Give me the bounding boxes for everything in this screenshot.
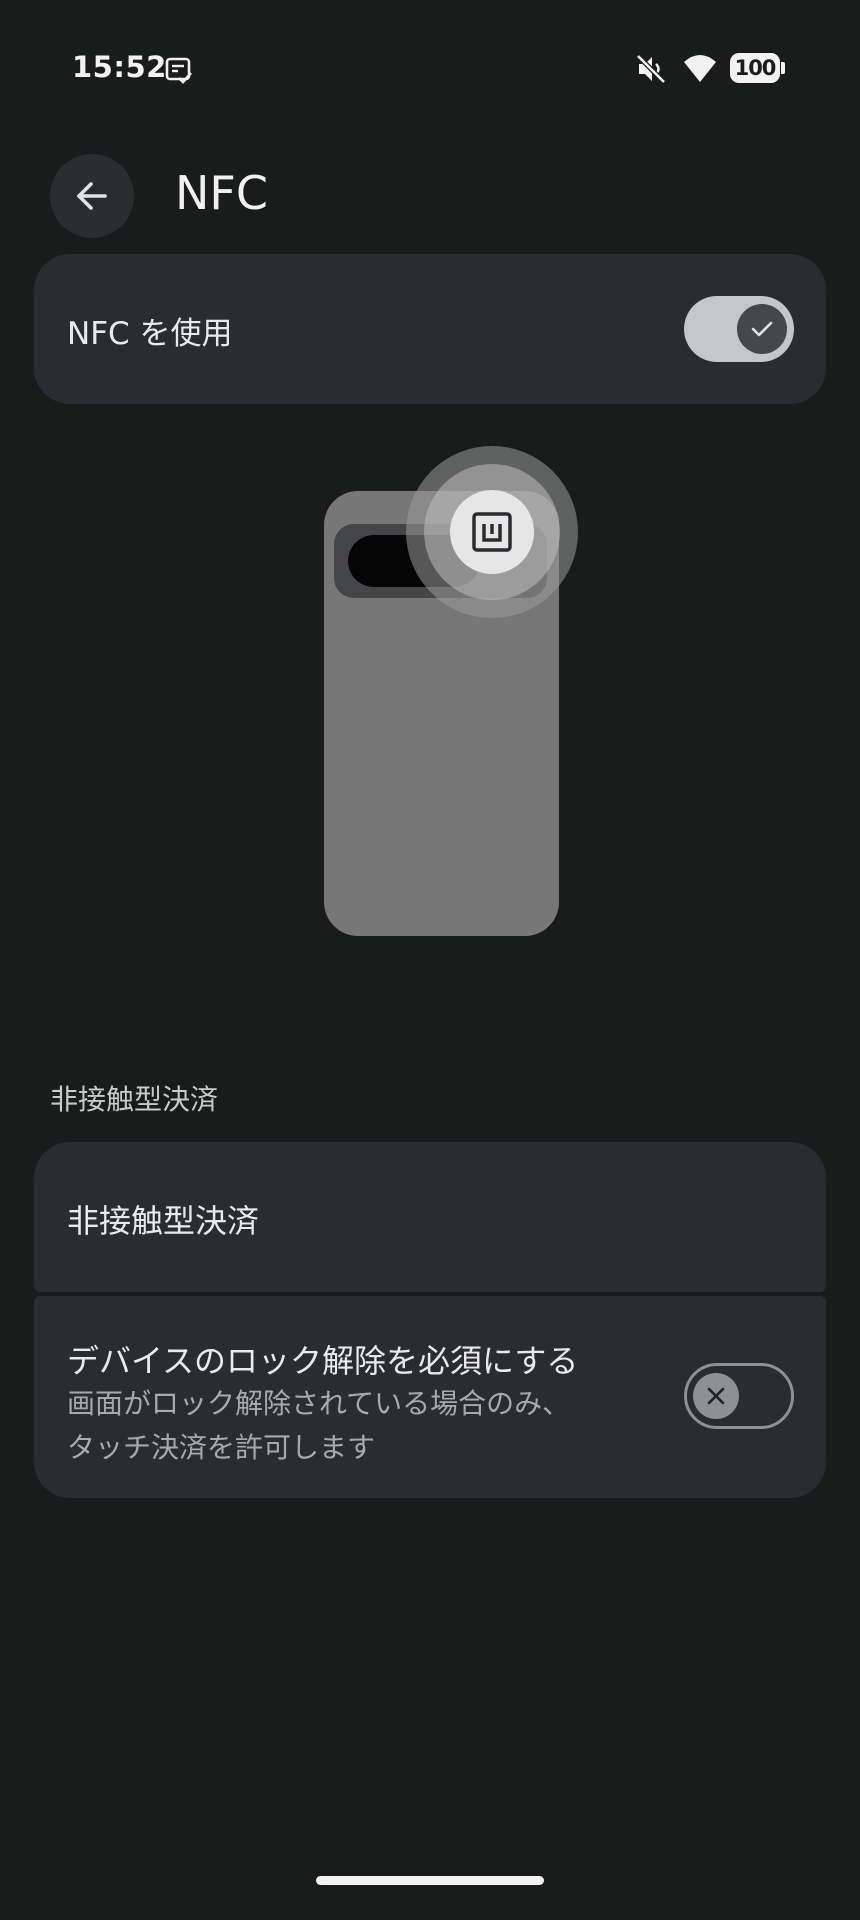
check-icon [751,321,773,337]
nfc-location-illustration [324,446,578,936]
battery-icon: 100 [730,53,785,83]
home-indicator[interactable] [316,1876,544,1885]
require-unlock-switch[interactable] [684,1363,794,1429]
require-unlock-label: デバイスのロック解除を必須にする [67,1342,579,1380]
switch-thumb [737,304,787,354]
require-unlock-desc-line1: 画面がロック解除されている場合のみ、 [67,1387,571,1420]
nfc-switch[interactable] [684,296,794,362]
mute-icon [636,54,666,84]
close-icon [707,1387,725,1405]
battery-level: 100 [730,53,780,83]
arrow-back-icon [77,182,107,210]
back-button[interactable] [50,154,134,238]
contactless-payments-label: 非接触型決済 [67,1202,260,1240]
contactless-payments-item[interactable]: 非接触型決済 [34,1142,826,1292]
status-bar: 15:52 100 [0,0,860,140]
require-unlock-description: 画面がロック解除されている場合のみ、 タッチ決済を許可します [67,1382,627,1470]
switch-thumb [693,1373,739,1419]
page-title: NFC [175,166,268,220]
require-unlock-desc-line2: タッチ決済を許可します [67,1431,376,1464]
wifi-icon [684,55,716,82]
nfc-toggle-label: NFC を使用 [67,316,233,352]
section-header-contactless: 非接触型決済 [50,1083,219,1116]
nfc-toggle-row[interactable]: NFC を使用 [34,254,826,404]
status-time: 15:52 [72,50,167,84]
require-unlock-row[interactable]: デバイスのロック解除を必須にする 画面がロック解除されている場合のみ、 タッチ決… [34,1296,826,1498]
notification-icon [165,57,192,84]
battery-cap [781,62,785,74]
